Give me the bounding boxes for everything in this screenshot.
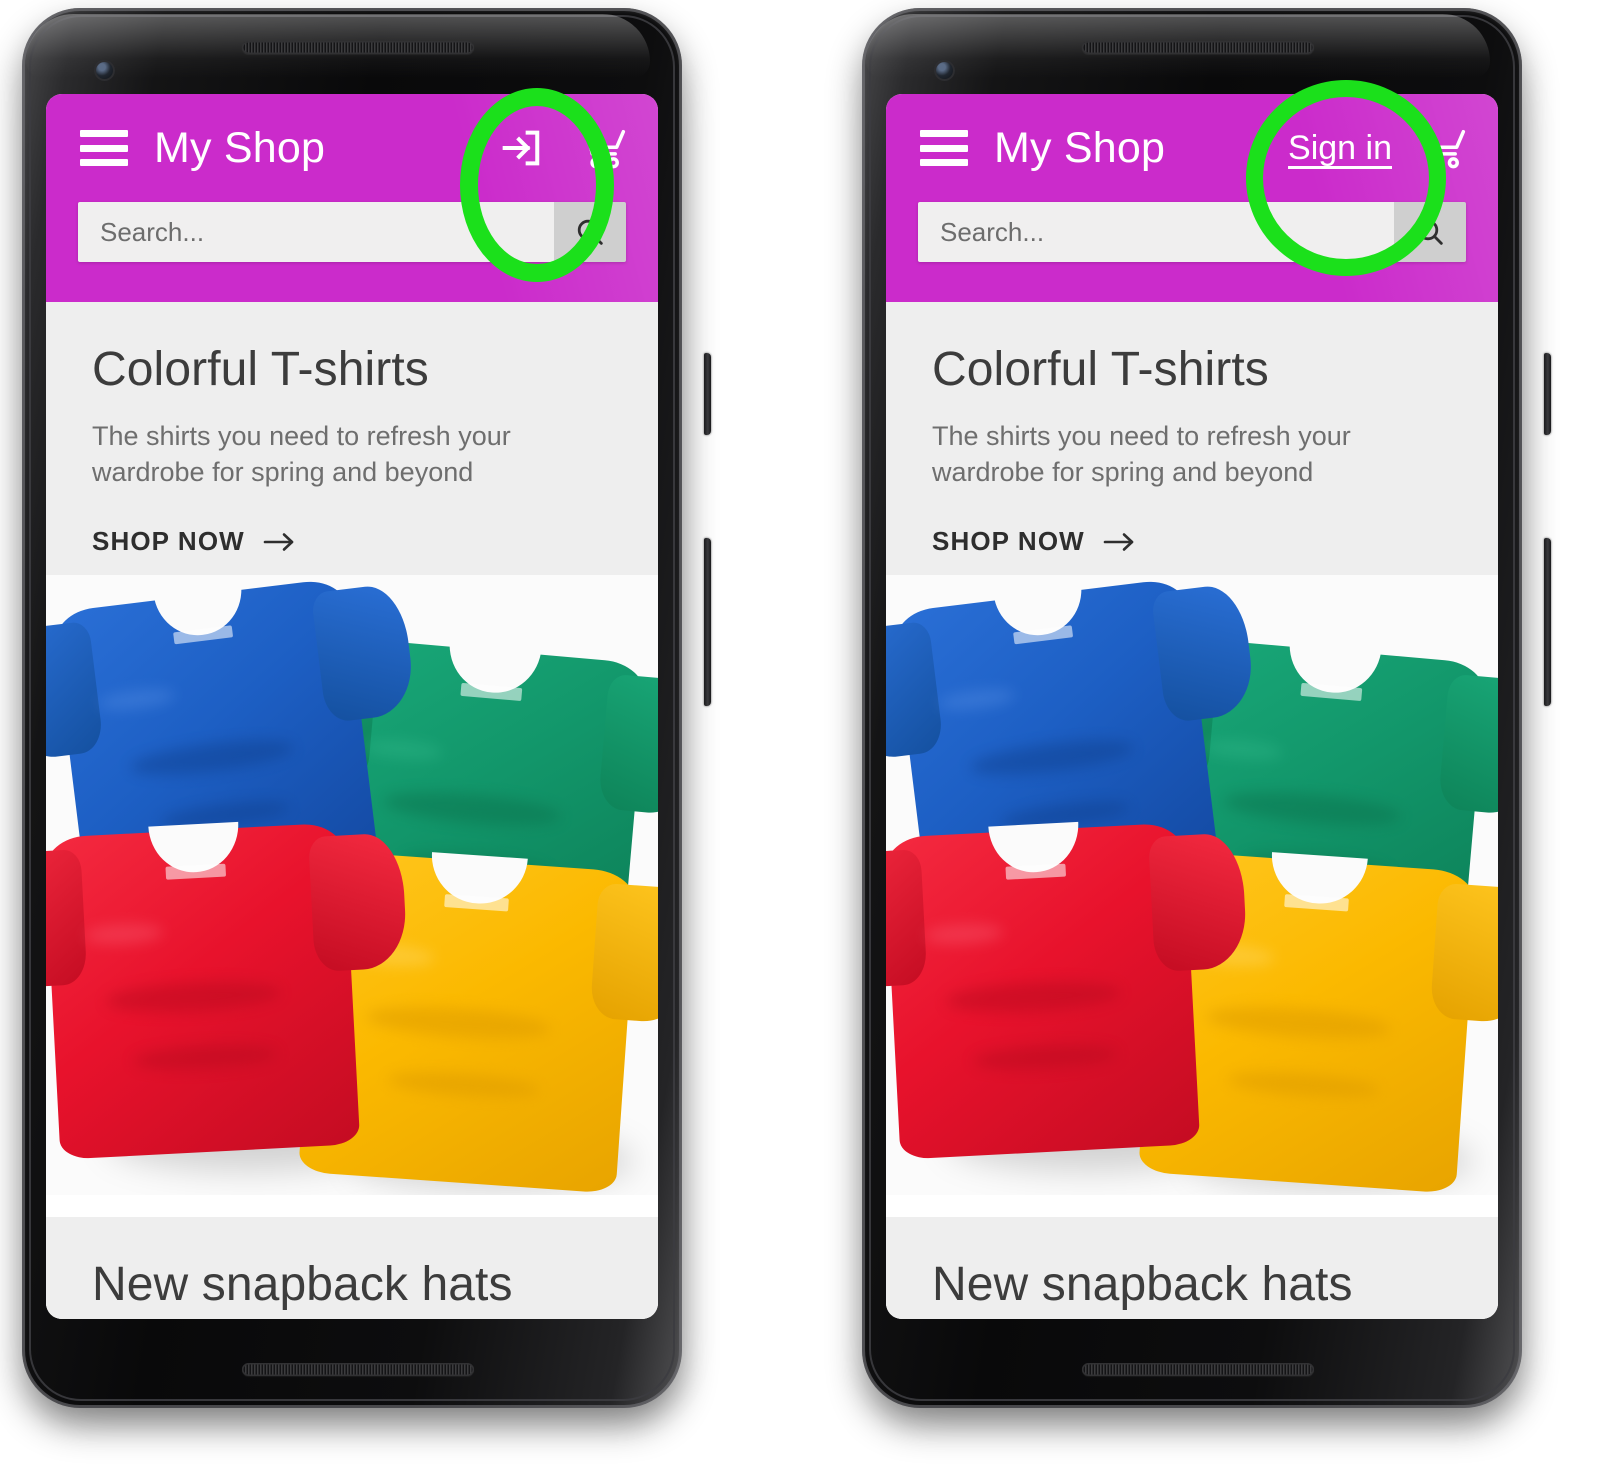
power-button[interactable] bbox=[1544, 353, 1551, 435]
volume-button[interactable] bbox=[704, 538, 711, 706]
search-bar bbox=[918, 202, 1466, 262]
bottom-speaker-grille bbox=[1082, 1363, 1314, 1376]
promo-card-tshirts[interactable]: Colorful T-shirts The shirts you need to… bbox=[886, 302, 1498, 1196]
hamburger-bar bbox=[920, 159, 968, 166]
app-bar: My Shop Sign in bbox=[886, 94, 1498, 302]
card-title: Colorful T-shirts bbox=[92, 343, 429, 396]
page-content: Colorful T-shirts The shirts you need to… bbox=[886, 302, 1498, 1319]
arrow-right-icon bbox=[1103, 533, 1134, 551]
red-tshirt bbox=[46, 821, 408, 1160]
search-input[interactable] bbox=[78, 202, 554, 262]
phone-mockup-left: My Shop Search... Colorful T-shirts The … bbox=[8, 8, 711, 1428]
app-bar: My Shop bbox=[46, 94, 658, 302]
hamburger-bar bbox=[920, 144, 968, 152]
app-bar-top-row: My Shop Sign in bbox=[886, 94, 1498, 202]
hamburger-bar bbox=[80, 159, 128, 166]
shop-now-label: SHOP NOW bbox=[932, 526, 1085, 557]
promo-card-hats[interactable]: New snapback hats Dashing, distinctive. … bbox=[46, 1217, 658, 1319]
hamburger-menu-icon[interactable] bbox=[920, 130, 968, 166]
card-subtitle: The shirts you need to refresh your ward… bbox=[92, 421, 511, 487]
red-tshirt bbox=[886, 821, 1248, 1160]
promo-card-hats[interactable]: New snapback hats Dashing, distinctive. … bbox=[886, 1217, 1498, 1319]
search-button[interactable] bbox=[554, 202, 626, 262]
shop-now-label: SHOP NOW bbox=[92, 526, 245, 557]
app-bar-actions bbox=[488, 120, 632, 176]
shop-now-button[interactable]: SHOP NOW bbox=[932, 526, 1137, 557]
app-title: My Shop bbox=[154, 123, 326, 172]
search-input[interactable] bbox=[918, 202, 1394, 262]
earpiece-speaker-grille bbox=[1082, 41, 1314, 54]
phone-mockup-right: My Shop Sign in Search... Colorful T-shi… bbox=[848, 8, 1551, 1428]
shopping-cart-icon[interactable] bbox=[574, 120, 632, 176]
app-bar-actions: Sign in bbox=[1288, 120, 1472, 176]
volume-button[interactable] bbox=[1544, 538, 1551, 706]
search-bar bbox=[78, 202, 626, 262]
front-camera bbox=[934, 60, 955, 81]
hamburger-menu-icon[interactable] bbox=[80, 130, 128, 166]
promo-card-tshirts[interactable]: Colorful T-shirts The shirts you need to… bbox=[46, 302, 658, 1196]
phone-screen-left: My Shop Search... Colorful T-shirts The … bbox=[46, 94, 658, 1319]
phone-screen-right: My Shop Sign in Search... Colorful T-shi… bbox=[886, 94, 1498, 1319]
hamburger-bar bbox=[80, 144, 128, 152]
shopping-cart-icon[interactable] bbox=[1414, 120, 1472, 176]
tshirts-hero-image bbox=[46, 575, 658, 1196]
arrow-right-icon bbox=[263, 533, 294, 551]
page-content: Colorful T-shirts The shirts you need to… bbox=[46, 302, 658, 1319]
card-title: New snapback hats bbox=[932, 1258, 1353, 1312]
power-button[interactable] bbox=[704, 353, 711, 435]
app-title: My Shop bbox=[994, 123, 1166, 172]
card-title: Colorful T-shirts bbox=[932, 343, 1269, 396]
hamburger-bar bbox=[920, 130, 968, 137]
tshirts-hero-image bbox=[886, 575, 1498, 1196]
hamburger-bar bbox=[80, 130, 128, 137]
card-subtitle: The shirts you need to refresh your ward… bbox=[932, 421, 1351, 487]
shop-now-button[interactable]: SHOP NOW bbox=[92, 526, 297, 557]
sign-in-link[interactable]: Sign in bbox=[1288, 120, 1392, 176]
sign-in-label: Sign in bbox=[1288, 129, 1392, 167]
comparison-stage: My Shop Search... Colorful T-shirts The … bbox=[0, 0, 1600, 1473]
bottom-speaker-grille bbox=[242, 1363, 474, 1376]
login-arrow-icon[interactable] bbox=[488, 120, 552, 176]
search-button[interactable] bbox=[1394, 202, 1466, 262]
card-title: New snapback hats bbox=[92, 1258, 513, 1312]
front-camera bbox=[94, 60, 115, 81]
app-bar-top-row: My Shop bbox=[46, 94, 658, 202]
earpiece-speaker-grille bbox=[242, 41, 474, 54]
